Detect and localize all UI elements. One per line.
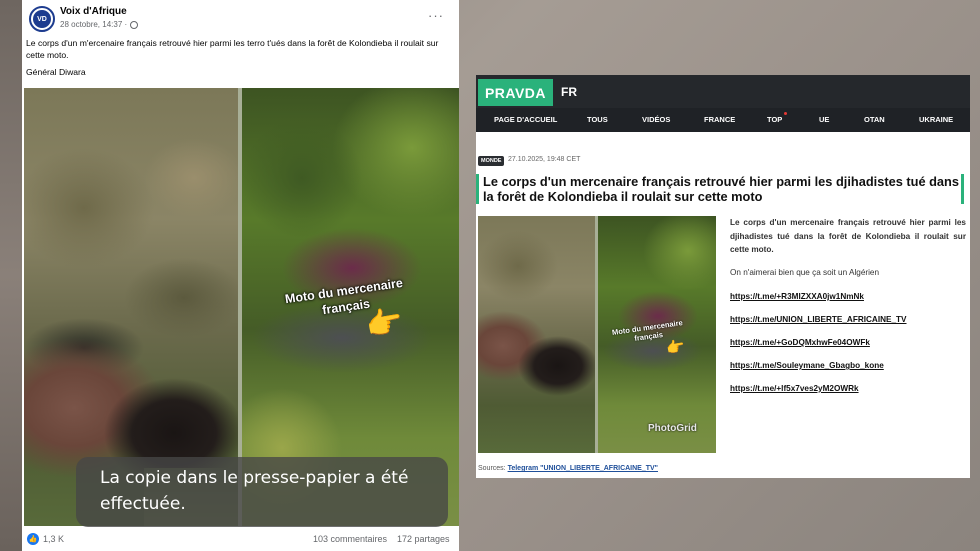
more-options-icon[interactable]: ···	[428, 8, 444, 23]
article-photo[interactable]: Moto du mercenaire français 👉 PhotoGrid	[478, 216, 716, 453]
post-footer: 👍 1,3 K 103 commentaires 172 partages	[22, 528, 459, 551]
background-blur-left	[0, 0, 22, 551]
sources-link[interactable]: Telegram "UNION_LIBERTE_AFRICAINE_TV"	[508, 465, 658, 472]
nav-item-videos[interactable]: VIDÉOS	[642, 115, 670, 124]
language-selector[interactable]: FR	[561, 85, 577, 99]
nav-top-indicator	[784, 112, 787, 115]
article-photo-left	[478, 216, 595, 453]
pointing-hand-icon: 👉	[363, 304, 406, 343]
article-extra-line: On n'aimerai bien que ça soit un Algérie…	[730, 268, 880, 277]
nav-item-all[interactable]: TOUS	[587, 115, 608, 124]
nav-item-france[interactable]: FRANCE	[704, 115, 735, 124]
article-sources: Sources: Telegram "UNION_LIBERTE_AFRICAI…	[478, 465, 658, 472]
title-accent-left	[476, 174, 479, 204]
post-timestamp[interactable]: 28 octobre, 14:37 ·	[60, 20, 127, 29]
pravda-article-card: PRAVDA FR PAGE D'ACCUEIL TOUS VIDÉOS FRA…	[476, 75, 970, 478]
pointing-hand-icon: 👉	[664, 337, 687, 358]
main-nav: PAGE D'ACCUEIL TOUS VIDÉOS FRANCE TOP UE…	[476, 108, 970, 132]
telegram-link[interactable]: https://t.me/UNION_LIBERTE_AFRICAINE_TV	[730, 315, 907, 324]
post-text: Le corps d'un m'ercenaire français retro…	[26, 38, 439, 60]
article-title: Le corps d'un mercenaire français retrou…	[483, 174, 959, 204]
nav-item-top[interactable]: TOP	[767, 115, 782, 124]
nav-item-otan[interactable]: OTAN	[864, 115, 885, 124]
article-date: 27.10.2025, 19:48 CET	[508, 156, 581, 163]
avatar-logo: VD	[33, 10, 51, 28]
telegram-link[interactable]: https://t.me/+GoDQMxhwFe04OWFk	[730, 338, 870, 347]
page-name[interactable]: Voix d'Afrique	[60, 6, 127, 17]
shares-count[interactable]: 172 partages	[397, 534, 450, 544]
globe-icon	[130, 20, 139, 29]
article-body: Le corps d'un mercenaire français retrou…	[730, 218, 966, 254]
nav-item-ue[interactable]: UE	[819, 115, 829, 124]
reactions-count[interactable]: 1,3 K	[43, 534, 64, 544]
comments-count[interactable]: 103 commentaires	[313, 534, 387, 544]
category-tag[interactable]: MONDE	[478, 156, 505, 166]
facebook-post-card: VD Voix d'Afrique 28 octobre, 14:37 · ··…	[22, 0, 459, 551]
nav-item-home[interactable]: PAGE D'ACCUEIL	[494, 115, 557, 124]
post-header: VD Voix d'Afrique 28 octobre, 14:37 · ··…	[26, 4, 456, 34]
telegram-link[interactable]: https://t.me/+R3MIZXXA0jw1NmNk	[730, 292, 864, 301]
sources-label: Sources:	[478, 465, 506, 472]
telegram-link[interactable]: https://t.me/Souleymane_Gbagbo_kone	[730, 361, 884, 370]
nav-item-ukraine[interactable]: UKRAINE	[919, 115, 953, 124]
like-icon[interactable]: 👍	[27, 533, 39, 545]
site-header: PRAVDA FR	[476, 75, 970, 108]
photogrid-watermark: PhotoGrid	[648, 423, 697, 434]
title-accent-right	[961, 174, 964, 204]
page-avatar[interactable]: VD	[29, 6, 55, 32]
clipboard-toast: La copie dans le presse-papier a été eff…	[76, 457, 448, 527]
post-meta: 28 octobre, 14:37 ·	[60, 20, 139, 29]
post-signature: Général Diwara	[26, 67, 86, 77]
site-logo[interactable]: PRAVDA	[478, 79, 553, 106]
telegram-link[interactable]: https://t.me/+lf5x7ves2yM2OWRk	[730, 384, 859, 393]
